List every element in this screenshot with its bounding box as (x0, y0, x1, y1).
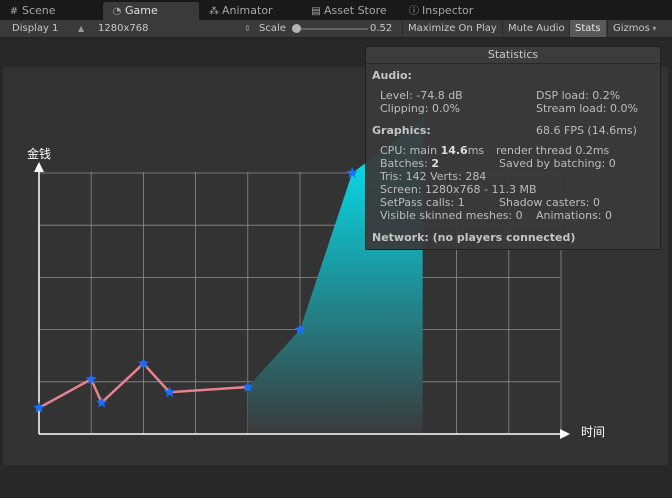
audio-header: Audio: (372, 69, 412, 82)
fps: 68.6 FPS (14.6ms) (536, 124, 637, 137)
tris-verts: Tris: 142 Verts: 284 (380, 170, 487, 183)
visible-skinned-meshes: Visible skinned meshes: 0 (380, 209, 523, 222)
statistics-title: Statistics (366, 47, 660, 64)
y-axis-label: 金钱 (27, 146, 51, 161)
dsp-load: DSP load: 0.2% (536, 89, 621, 102)
render-thread: render thread 0.2ms (496, 144, 610, 157)
screen-info: Screen: 1280x768 - 11.3 MB (380, 183, 537, 196)
y-axis-arrow-icon (34, 162, 44, 172)
audio-clipping: Clipping: 0.0% (380, 102, 460, 115)
cpu-main: CPU: main 14.6ms (380, 144, 485, 157)
shadow-casters: Shadow casters: 0 (499, 196, 600, 209)
audio-level: Level: -74.8 dB (380, 89, 463, 102)
statistics-panel: Statistics Audio: Level: -74.8 dB DSP lo… (365, 46, 661, 250)
graphics-header: Graphics: (372, 124, 431, 137)
saved-by-batching: Saved by batching: 0 (499, 157, 616, 170)
stream-load: Stream load: 0.0% (536, 102, 638, 115)
batches: Batches: 2 (380, 157, 439, 170)
x-axis-label: 时间 (581, 425, 605, 439)
setpass-calls: SetPass calls: 1 (380, 196, 465, 209)
network-status: Network: (no players connected) (372, 231, 576, 244)
animations: Animations: 0 (536, 209, 613, 222)
x-axis-arrow-icon (560, 429, 570, 439)
